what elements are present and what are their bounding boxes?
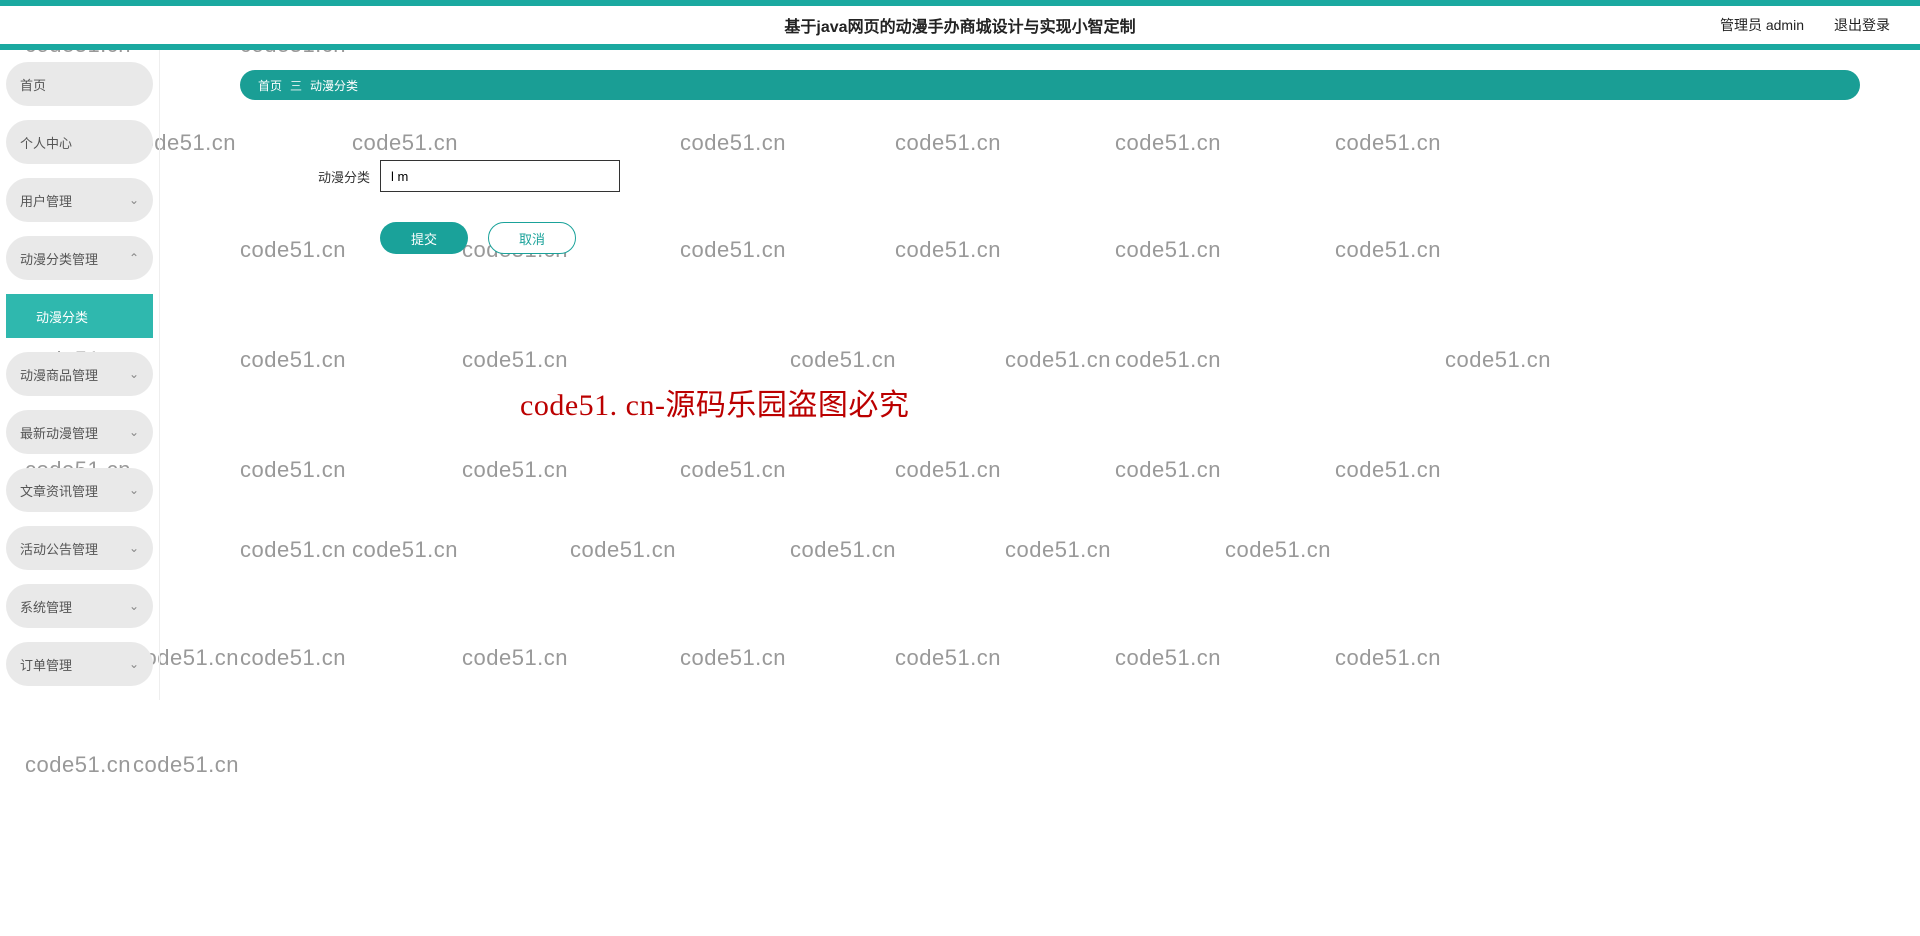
sidebar-item-label: 动漫分类 [36,307,88,326]
submit-button[interactable]: 提交 [380,222,468,254]
sidebar-item-latest-anime-manage[interactable]: 最新动漫管理 ⌄ [6,410,153,454]
watermark-text: code51.cn [133,752,239,778]
topbar: 基于java网页的动漫手办商城设计与实现小智定制 管理员 admin 退出登录 [0,0,1920,50]
sidebar-item-personal[interactable]: 个人中心 [6,120,153,164]
breadcrumb-separator-icon: 三 [290,77,302,94]
chevron-down-icon: ⌄ [129,193,139,207]
sidebar-item-system-manage[interactable]: 系统管理 ⌄ [6,584,153,628]
sidebar-item-activity-notice-manage[interactable]: 活动公告管理 ⌄ [6,526,153,570]
sidebar-subitem-anime-category[interactable]: 动漫分类 [6,294,153,338]
cancel-button[interactable]: 取消 [488,222,576,254]
sidebar-item-label: 动漫分类管理 [20,249,98,268]
chevron-up-icon: ⌃ [129,251,139,265]
sidebar-item-label: 订单管理 [20,655,72,674]
sidebar-item-label: 个人中心 [20,133,72,152]
admin-label[interactable]: 管理员 admin [1720,15,1804,35]
chevron-down-icon: ⌄ [129,425,139,439]
chevron-down-icon: ⌄ [129,599,139,613]
breadcrumb: 首页 三 动漫分类 [240,70,1860,100]
sidebar-item-anime-product-manage[interactable]: 动漫商品管理 ⌄ [6,352,153,396]
category-label: 动漫分类 [300,167,370,186]
logout-button[interactable]: 退出登录 [1834,15,1890,35]
sidebar-item-label: 系统管理 [20,597,72,616]
breadcrumb-current: 动漫分类 [310,77,358,94]
sidebar-item-label: 最新动漫管理 [20,423,98,442]
sidebar-item-label: 活动公告管理 [20,539,98,558]
sidebar-item-label: 文章资讯管理 [20,481,98,500]
form-actions: 提交 取消 [380,222,1860,254]
category-input[interactable] [380,160,620,192]
watermark-text: code51.cn [25,752,131,778]
sidebar-item-label: 用户管理 [20,191,72,210]
sidebar-item-order-manage[interactable]: 订单管理 ⌄ [6,642,153,686]
chevron-down-icon: ⌄ [129,483,139,497]
chevron-down-icon: ⌄ [129,657,139,671]
sidebar-item-label: 动漫商品管理 [20,365,98,384]
page-title: 基于java网页的动漫手办商城设计与实现小智定制 [784,13,1135,37]
sidebar-item-article-manage[interactable]: 文章资讯管理 ⌄ [6,468,153,512]
main-content: 首页 三 动漫分类 动漫分类 提交 取消 [160,50,1920,700]
sidebar-item-anime-category-manage[interactable]: 动漫分类管理 ⌃ [6,236,153,280]
sidebar-item-user-manage[interactable]: 用户管理 ⌄ [6,178,153,222]
sidebar-item-home[interactable]: 首页 [6,62,153,106]
sidebar-item-label: 首页 [20,75,46,94]
chevron-down-icon: ⌄ [129,367,139,381]
form-row-category: 动漫分类 [300,160,1860,192]
breadcrumb-home[interactable]: 首页 [258,77,282,94]
sidebar: 首页 个人中心 用户管理 ⌄ 动漫分类管理 ⌃ 动漫分类 动漫商品管理 ⌄ 最新… [0,50,160,700]
chevron-down-icon: ⌄ [129,541,139,555]
